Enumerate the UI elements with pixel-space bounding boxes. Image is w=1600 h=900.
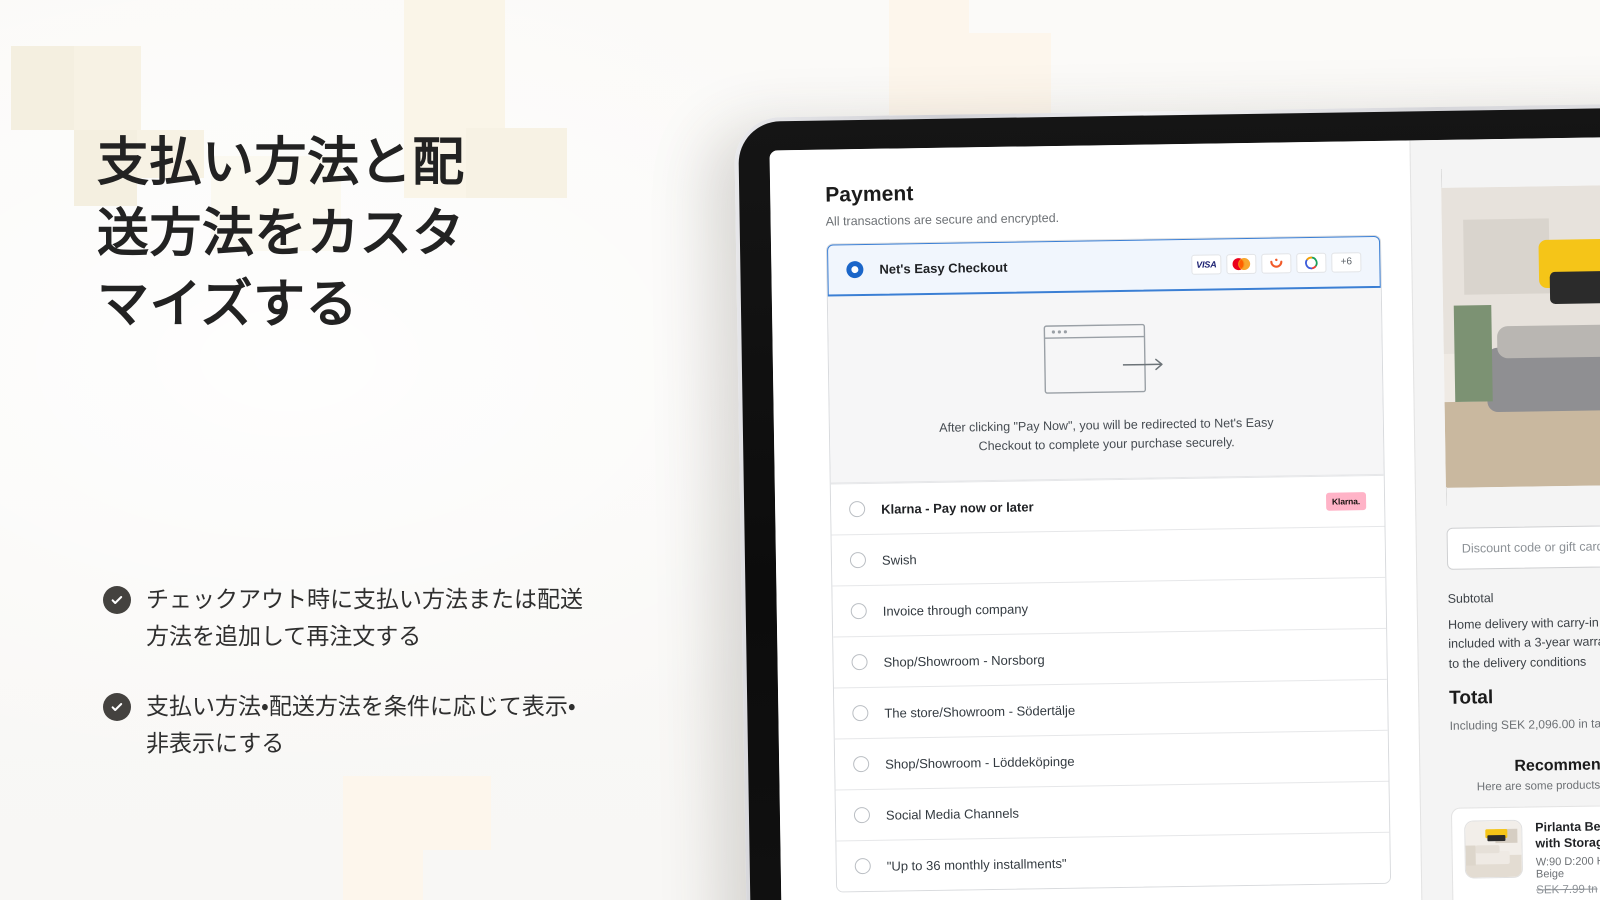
cart-thumb-wrap: 1 <box>1440 165 1600 506</box>
discount-code-input[interactable]: Discount code or gift card <box>1446 524 1600 570</box>
shipping-description: Home delivery with carry-in and assembly… <box>1447 614 1600 671</box>
payment-method-option-loddekopinge[interactable]: Shop/Showroom - Löddeköpinge <box>834 729 1389 790</box>
payment-method-option-installments[interactable]: "Up to 36 monthly installments" <box>836 831 1391 892</box>
swish-icon <box>1261 252 1292 274</box>
payment-subheading: All transactions are secure and encrypte… <box>825 210 1060 229</box>
payment-method-label: Shop/Showroom - Norsborg <box>883 651 1045 670</box>
tablet-device-mockup: Payment All transactions are secure and … <box>734 102 1600 900</box>
tax-note: Including SEK 2,096.00 in taxes <box>1449 716 1600 733</box>
payment-method-option-nets[interactable]: Net's Easy Checkout VISA +6 <box>825 234 1382 297</box>
page-title: 支払い方法と配 送方法をカスタ マイズする <box>97 128 567 342</box>
payment-method-label: "Up to 36 monthly installments" <box>886 855 1067 874</box>
bullet-text: チェックアウト時に支払い方法または配送方法を追加して再注文する <box>146 587 583 651</box>
recommendations-subtitle: Here are some products you may like <box>1476 779 1600 794</box>
payment-method-label: Swish <box>881 551 917 568</box>
radio-unselected-icon[interactable] <box>853 755 870 773</box>
list-item: チェックアウト時に支払い方法または配送方法を追加して再注文する <box>103 582 583 657</box>
hero-copy: 支払い方法と配 送方法をカスタ マイズする <box>97 128 567 342</box>
visa-icon: VISA <box>1191 253 1222 275</box>
feature-bullet-list: チェックアウト時に支払い方法または配送方法を追加して再注文する 支払い方法・配送… <box>103 582 583 795</box>
payment-method-label: Invoice through company <box>882 600 1029 619</box>
card-brand-marks: VISA +6 <box>1191 251 1362 275</box>
bullet-text: 支払い方法・配送方法を条件に応じて表示・非表示にする <box>146 693 576 757</box>
deco-block-9 <box>889 33 970 115</box>
klarna-badge: Klarna. <box>1325 492 1367 511</box>
dankort-icon <box>1296 252 1327 273</box>
page-root: 支払い方法と配 送方法をカスタ マイズする チェックアウト時に支払い方法または配… <box>0 0 1600 900</box>
radio-unselected-icon[interactable] <box>849 500 866 518</box>
payment-method-label: Net's Easy Checkout <box>879 259 1008 277</box>
payment-method-option-norsborg[interactable]: Shop/Showroom - Norsborg <box>833 627 1387 688</box>
recommendation-card[interactable]: Pirlanta Bed-Headboard with Storage W:90… <box>1450 804 1600 900</box>
recommendation-text: Pirlanta Bed-Headboard with Storage W:90… <box>1535 817 1600 898</box>
browser-window-redirect-icon <box>1043 323 1168 395</box>
payment-method-label: Shop/Showroom - Löddeköpinge <box>885 753 1075 772</box>
radio-unselected-icon[interactable] <box>852 704 869 722</box>
redirect-info-panel: After clicking "Pay Now", you will be re… <box>827 287 1384 484</box>
recommendation-name: Pirlanta Bed-Headboard with Storage <box>1535 818 1600 851</box>
mastercard-icon <box>1226 253 1257 274</box>
headline-line-1: 支払い方法と配 <box>97 133 465 193</box>
payment-method-option-social[interactable]: Social Media Channels <box>835 780 1390 841</box>
payment-section: Payment All transactions are secure and … <box>769 140 1423 900</box>
recommendations-title: Recommended <box>1514 756 1600 775</box>
deco-block-12 <box>343 850 423 900</box>
more-brands-count[interactable]: +6 <box>1331 251 1362 273</box>
recommendation-price: SEK 7.99 tn <box>1536 883 1598 897</box>
radio-selected-icon[interactable] <box>846 260 864 279</box>
cart-line-item: 1 Pirlanta Bed-Headboard W:140 D:200 H:3… <box>1440 165 1600 506</box>
visa-label: VISA <box>1196 258 1217 270</box>
payment-method-label: Social Media Channels <box>885 805 1020 823</box>
redirect-note-text: After clicking "Pay Now", you will be re… <box>939 415 1274 454</box>
radio-unselected-icon[interactable] <box>854 857 871 875</box>
deco-block-1 <box>11 46 74 130</box>
product-thumbnail <box>1464 819 1524 879</box>
radio-unselected-icon[interactable] <box>851 653 868 671</box>
radio-unselected-icon[interactable] <box>849 551 867 569</box>
subtotal-label: Subtotal <box>1447 591 1494 606</box>
payment-method-option-klarna[interactable]: Klarna - Pay now or later Klarna. <box>830 474 1385 535</box>
payment-method-label: Klarna - Pay now or later <box>881 498 1034 517</box>
headline-line-3: マイズする <box>97 275 359 336</box>
check-circle-icon <box>103 692 131 721</box>
payment-method-label: The store/Showroom - Södertälje <box>884 702 1076 721</box>
payment-heading: Payment <box>825 182 914 207</box>
deco-block-2 <box>74 46 141 130</box>
device-screen: Payment All transactions are secure and … <box>769 135 1600 900</box>
payment-method-list: Net's Easy Checkout VISA +6 After clicki… <box>825 234 1392 893</box>
deco-block-10 <box>970 33 1051 115</box>
payment-method-option-invoice[interactable]: Invoice through company <box>832 576 1387 637</box>
payment-method-option-sodertalje[interactable]: The store/Showroom - Södertälje <box>833 678 1388 739</box>
headline-line-2: 送方法をカスタ <box>97 204 465 265</box>
radio-unselected-icon[interactable] <box>853 806 871 824</box>
list-item: 支払い方法・配送方法を条件に応じて表示・非表示にする <box>103 689 583 764</box>
total-label: Total <box>1449 687 1494 709</box>
deco-block-5 <box>404 0 505 128</box>
radio-unselected-icon[interactable] <box>850 602 867 620</box>
deco-block-8 <box>889 0 969 33</box>
product-thumbnail <box>1440 168 1600 506</box>
check-circle-icon <box>103 586 131 614</box>
payment-method-option-swish[interactable]: Swish <box>831 525 1386 586</box>
order-summary-sidebar: 1 Pirlanta Bed-Headboard W:140 D:200 H:3… <box>1409 135 1600 900</box>
recommendation-dims: W:90 D:200 H:37 / Light Beige <box>1535 854 1600 881</box>
